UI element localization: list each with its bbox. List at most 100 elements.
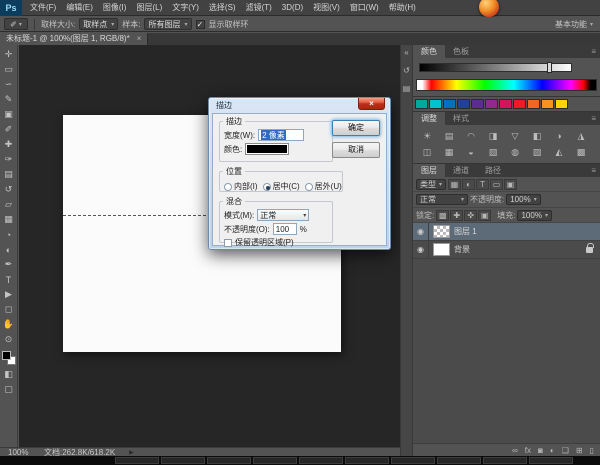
taskbar-item[interactable] xyxy=(529,457,573,464)
menubar-item[interactable]: 窗口(W) xyxy=(345,0,384,16)
menubar-item[interactable]: 文件(F) xyxy=(25,0,61,16)
menubar-item[interactable]: 图层(L) xyxy=(131,0,167,16)
sample-size-dropdown[interactable]: 取样点 ▾ xyxy=(79,18,119,30)
new-layer-icon[interactable]: ⊞ xyxy=(576,446,583,455)
layer-style-icon[interactable]: fx xyxy=(525,446,531,455)
brightness-contrast-icon[interactable]: ☀ xyxy=(416,128,438,144)
taskbar-item[interactable] xyxy=(161,457,205,464)
color-swatch[interactable] xyxy=(429,99,442,109)
brush-tool-icon[interactable]: ✑ xyxy=(1,152,17,167)
ok-button[interactable]: 确定 xyxy=(332,120,380,136)
healing-brush-tool-icon[interactable]: ✚ xyxy=(1,137,17,152)
properties-panel-icon[interactable]: ▤ xyxy=(403,84,411,93)
lock-all-icon[interactable]: ▣ xyxy=(478,209,492,221)
menubar-item[interactable]: 滤镜(T) xyxy=(241,0,277,16)
stroke-color-swatch[interactable] xyxy=(245,143,290,155)
radio-outside[interactable]: 居外(U) xyxy=(304,181,342,192)
menubar-item[interactable]: 文字(Y) xyxy=(167,0,204,16)
collapse-panels-icon[interactable]: « xyxy=(404,48,408,57)
layer-thumbnail[interactable] xyxy=(433,243,450,256)
color-lookup-icon[interactable]: ◒ xyxy=(460,144,482,160)
new-group-icon[interactable]: ❏ xyxy=(562,446,569,455)
delete-layer-icon[interactable]: ▯ xyxy=(590,446,594,455)
dialog-opacity-input[interactable]: 100 xyxy=(272,223,297,235)
exposure-icon[interactable]: ◨ xyxy=(482,128,504,144)
color-swatch[interactable] xyxy=(527,99,540,109)
canvas-area[interactable]: 描边 × 描边 宽度(W): 2 像素 颜色: 确定 取消 位置 内部(I) 居… xyxy=(19,45,400,447)
dodge-tool-icon[interactable]: ◐ xyxy=(1,242,17,257)
color-swatch[interactable] xyxy=(499,99,512,109)
taskbar-item[interactable] xyxy=(299,457,343,464)
color-balance-icon[interactable]: ◑ xyxy=(548,128,570,144)
taskbar-item[interactable] xyxy=(437,457,481,464)
levels-icon[interactable]: ▤ xyxy=(438,128,460,144)
dialog-close-button[interactable]: × xyxy=(358,98,385,110)
filter-adjustment-icon[interactable]: ◐ xyxy=(462,178,476,190)
preserve-transparency-checkbox[interactable] xyxy=(224,238,232,247)
lasso-tool-icon[interactable]: ∽ xyxy=(1,77,17,92)
filter-pixel-icon[interactable]: ▦ xyxy=(448,178,462,190)
taskbar-item[interactable] xyxy=(115,457,159,464)
menubar-item[interactable]: 3D(D) xyxy=(277,0,308,16)
taskbar-item[interactable] xyxy=(391,457,435,464)
layer-row-layer-1[interactable]: ◉ 图层 1 xyxy=(413,223,600,241)
menubar-item[interactable]: 图像(I) xyxy=(98,0,132,16)
grayscale-ramp[interactable] xyxy=(419,62,572,73)
taskbar-item[interactable] xyxy=(253,457,297,464)
color-swatch[interactable] xyxy=(485,99,498,109)
filter-shape-icon[interactable]: ▭ xyxy=(490,178,504,190)
lock-pixels-icon[interactable]: ✚ xyxy=(450,209,464,221)
black-white-icon[interactable]: ◮ xyxy=(570,128,592,144)
menubar-item[interactable]: 选择(S) xyxy=(204,0,241,16)
tab-paths[interactable]: 路径 xyxy=(477,164,509,177)
quick-mask-icon[interactable]: ◧ xyxy=(1,367,17,382)
layer-row-background[interactable]: ◉ 背景 xyxy=(413,241,600,259)
workspace-switcher[interactable]: 基本功能 ▾ xyxy=(555,19,596,30)
color-swatch[interactable] xyxy=(471,99,484,109)
color-swatch[interactable] xyxy=(415,99,428,109)
tool-preset-picker[interactable]: ✐ ▾ xyxy=(4,18,28,30)
tab-swatches[interactable]: 色板 xyxy=(445,45,477,58)
layer-fill-dropdown[interactable]: 100% ▾ xyxy=(517,209,552,221)
selective-color-icon[interactable]: ▩ xyxy=(570,144,592,160)
eyedropper-tool-icon[interactable]: ✐ xyxy=(1,122,17,137)
blur-tool-icon[interactable]: ◔ xyxy=(1,227,17,242)
screen-mode-icon[interactable]: ▢ xyxy=(1,382,17,397)
panel-menu-icon[interactable]: ≡ xyxy=(591,112,596,125)
hue-saturation-icon[interactable]: ◧ xyxy=(526,128,548,144)
layer-name[interactable]: 图层 1 xyxy=(454,226,477,237)
color-swatch[interactable] xyxy=(457,99,470,109)
eraser-tool-icon[interactable]: ▱ xyxy=(1,197,17,212)
new-adjustment-layer-icon[interactable]: ◐ xyxy=(550,446,555,455)
tab-styles[interactable]: 样式 xyxy=(445,112,477,125)
layer-name[interactable]: 背景 xyxy=(454,244,470,255)
history-panel-icon[interactable]: ↺ xyxy=(403,66,410,75)
visibility-eye-icon[interactable]: ◉ xyxy=(413,223,429,240)
posterize-icon[interactable]: ◍ xyxy=(504,144,526,160)
status-arrow-icon[interactable]: ▶ xyxy=(129,449,134,456)
visibility-eye-icon[interactable]: ◉ xyxy=(413,241,429,258)
add-layer-mask-icon[interactable]: ◙ xyxy=(538,446,543,455)
crop-tool-icon[interactable]: ▣ xyxy=(1,107,17,122)
curves-icon[interactable]: ◠ xyxy=(460,128,482,144)
taskbar-item[interactable] xyxy=(207,457,251,464)
link-layers-icon[interactable]: ∞ xyxy=(512,446,518,455)
foreground-color-swatch[interactable] xyxy=(1,351,11,360)
tab-layers[interactable]: 图层 xyxy=(413,164,445,177)
menubar-item[interactable]: 编辑(E) xyxy=(61,0,98,16)
quick-selection-tool-icon[interactable]: ✎ xyxy=(1,92,17,107)
tab-color[interactable]: 颜色 xyxy=(413,45,445,58)
blend-mode-dropdown[interactable]: 正常 ▾ xyxy=(257,209,310,221)
type-tool-icon[interactable]: T xyxy=(1,272,17,287)
pen-tool-icon[interactable]: ✒ xyxy=(1,257,17,272)
filter-smart-object-icon[interactable]: ▣ xyxy=(504,178,518,190)
tab-adjustments[interactable]: 调整 xyxy=(413,112,445,125)
taskbar-item[interactable] xyxy=(345,457,389,464)
menubar-item[interactable]: 视图(V) xyxy=(308,0,345,16)
color-spectrum-bar[interactable] xyxy=(416,79,597,91)
ramp-slider-handle[interactable] xyxy=(546,62,552,73)
clone-stamp-tool-icon[interactable]: ▤ xyxy=(1,167,17,182)
layer-thumbnail[interactable] xyxy=(433,225,450,238)
menubar-item[interactable]: 帮助(H) xyxy=(384,0,421,16)
color-swatch[interactable] xyxy=(555,99,568,109)
